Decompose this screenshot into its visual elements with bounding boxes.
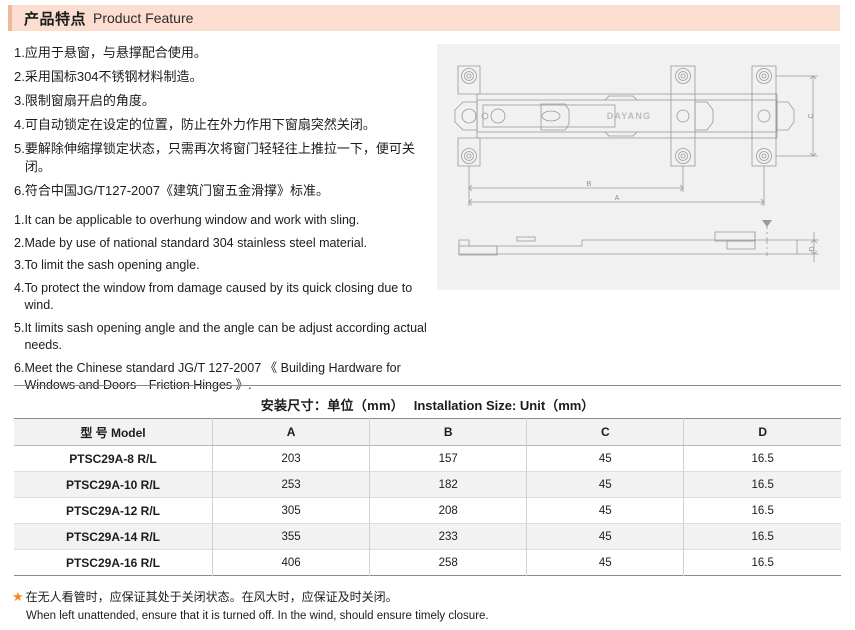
list-item-number: 6. [14, 183, 25, 198]
cell-b: 258 [369, 549, 528, 576]
list-item-number: 5. [14, 141, 25, 156]
cell-model: PTSC29A-16 R/L [14, 549, 213, 576]
cell-d: 16.5 [683, 549, 841, 576]
list-item: 2. Made by use of national standard 304 … [14, 235, 428, 253]
footnote-text-chinese: 在无人看管时，应保证其处于关闭状态。在风大时，应保证及时关闭。 [25, 590, 398, 604]
product-feature-page: 产品特点 Product Feature 1. 应用于悬窗，与悬撑配合使用。 2… [0, 0, 855, 630]
list-item-text: 要解除伸缩撑锁定状态，只需再次将窗门轻轻往上推拉一下，便可关闭。 [24, 141, 415, 174]
list-item-number: 2. [14, 235, 25, 250]
table-row: PTSC29A-8 R/L 203 157 45 16.5 [14, 445, 841, 472]
cell-b: 157 [369, 445, 528, 472]
footnote: ★ 在无人看管时，应保证其处于关闭状态。在风大时，应保证及时关闭。 When l… [12, 589, 712, 624]
cell-d: 16.5 [683, 471, 841, 498]
dimension-label-d: D [809, 246, 816, 251]
list-item-text: 采用国标304不锈钢材料制造。 [24, 69, 203, 84]
cell-model: PTSC29A-8 R/L [14, 445, 213, 472]
list-item: 1. 应用于悬窗，与悬撑配合使用。 [14, 44, 428, 62]
section-header-accent-bar [8, 5, 12, 31]
cell-a: 355 [211, 523, 371, 550]
list-item-text: It can be applicable to overhung window … [24, 213, 360, 227]
list-item-text: To limit the sash opening angle. [24, 258, 200, 272]
feature-list-english: 1. It can be applicable to overhung wind… [14, 212, 428, 395]
list-item: 4. 可自动锁定在设定的位置，防止在外力作用下窗扇突然关闭。 [14, 116, 428, 134]
column-header-model: 型 号 Model [14, 418, 213, 446]
list-item-number: 1. [14, 45, 25, 60]
list-item-text: 符合中国JG/T127-2007《建筑门窗五金滑撑》标准。 [24, 183, 329, 198]
cell-b: 233 [369, 523, 528, 550]
list-item-number: 4. [14, 280, 25, 295]
column-header-d: D [683, 418, 841, 446]
cell-c: 45 [526, 445, 685, 472]
list-item-number: 2. [14, 69, 25, 84]
table-row: PTSC29A-10 R/L 253 182 45 16.5 [14, 471, 841, 498]
cell-d: 16.5 [683, 445, 841, 472]
cell-model: PTSC29A-14 R/L [14, 523, 213, 550]
list-item-number: 3. [14, 93, 25, 108]
cell-model: PTSC29A-10 R/L [14, 471, 213, 498]
column-header-c: C [526, 418, 685, 446]
cell-d: 16.5 [683, 523, 841, 550]
installation-size-table: 型 号 Model A B C D PTSC29A-8 R/L 203 157 … [14, 418, 841, 576]
list-item-number: 5. [14, 320, 25, 335]
cell-model: PTSC29A-12 R/L [14, 497, 213, 524]
cell-b: 208 [369, 497, 528, 524]
list-item: 4. To protect the window from damage cau… [14, 280, 428, 315]
cell-a: 203 [211, 445, 371, 472]
dimension-label-a: A [615, 195, 620, 202]
footnote-text-english: When left unattended, ensure that it is … [26, 610, 489, 622]
table-divider [14, 385, 841, 386]
list-item: 5. 要解除伸缩撑锁定状态，只需再次将窗门轻轻往上推拉一下，便可关闭。 [14, 140, 428, 176]
table-header-row: 型 号 Model A B C D [14, 418, 841, 446]
section-title-english: Product Feature [93, 10, 194, 26]
cell-b: 182 [369, 471, 528, 498]
brand-mark-label: DAYANG [607, 111, 652, 121]
column-header-a: A [211, 418, 371, 446]
table-title-english: Installation Size: Unit（mm） [413, 398, 595, 413]
footnote-chinese-row: ★ 在无人看管时，应保证其处于关闭状态。在风大时，应保证及时关闭。 [12, 589, 712, 605]
section-header: 产品特点 Product Feature [8, 5, 840, 31]
cell-a: 305 [211, 497, 371, 524]
list-item-text: Made by use of national standard 304 sta… [24, 235, 367, 250]
list-item-text: To protect the window from damage caused… [24, 280, 413, 313]
column-header-b: B [369, 418, 528, 446]
dimension-label-c: C [808, 113, 815, 118]
technical-drawing-panel: B A C D DAYANG [437, 44, 840, 290]
list-item-number: 1. [14, 213, 25, 227]
list-item: 3. To limit the sash opening angle. [14, 257, 428, 275]
table-row: PTSC29A-14 R/L 355 233 45 16.5 [14, 523, 841, 550]
list-item: 6. Meet the Chinese standard JG/T 127-20… [14, 360, 428, 395]
dimension-label-b: B [587, 181, 592, 188]
table-row: PTSC29A-12 R/L 305 208 45 16.5 [14, 497, 841, 524]
list-item-text: Meet the Chinese standard JG/T 127-2007 … [24, 360, 401, 393]
friction-hinge-drawing-svg: B A C D DAYANG [454, 65, 819, 262]
table-row: PTSC29A-16 R/L 406 258 45 16.5 [14, 549, 841, 576]
list-item-text: It limits sash opening angle and the ang… [24, 320, 427, 353]
table-header: 型 号 Model A B C D [14, 418, 841, 446]
cell-c: 45 [526, 549, 685, 576]
list-item-number: 3. [14, 258, 25, 272]
list-item: 1. It can be applicable to overhung wind… [14, 212, 428, 230]
list-item-text: 可自动锁定在设定的位置，防止在外力作用下窗扇突然关闭。 [24, 117, 376, 132]
list-item-number: 6. [14, 360, 25, 375]
feature-list-chinese: 1. 应用于悬窗，与悬撑配合使用。 2. 采用国标304不锈钢材料制造。 3. … [14, 44, 428, 200]
section-title-chinese: 产品特点 [24, 10, 87, 28]
table-body: PTSC29A-8 R/L 203 157 45 16.5 PTSC29A-10… [14, 445, 841, 576]
list-item-text: 限制窗扇开启的角度。 [24, 93, 155, 108]
list-item: 5. It limits sash opening angle and the … [14, 320, 428, 355]
list-item-text: 应用于悬窗，与悬撑配合使用。 [24, 45, 207, 60]
list-item: 3. 限制窗扇开启的角度。 [14, 92, 428, 110]
cell-a: 406 [211, 549, 371, 576]
cell-c: 45 [526, 523, 685, 550]
star-icon: ★ [12, 589, 24, 604]
list-item: 2. 采用国标304不锈钢材料制造。 [14, 68, 428, 86]
list-item: 6. 符合中国JG/T127-2007《建筑门窗五金滑撑》标准。 [14, 182, 428, 200]
cell-c: 45 [526, 471, 685, 498]
cell-c: 45 [526, 497, 685, 524]
cell-d: 16.5 [683, 497, 841, 524]
cell-a: 253 [211, 471, 371, 498]
table-title: 安装尺寸：单位（mm） Installation Size: Unit（mm） [0, 395, 855, 414]
table-title-chinese: 安装尺寸：单位（mm） [260, 398, 405, 413]
list-item-number: 4. [14, 117, 25, 132]
feature-text-column: 1. 应用于悬窗，与悬撑配合使用。 2. 采用国标304不锈钢材料制造。 3. … [14, 44, 428, 400]
